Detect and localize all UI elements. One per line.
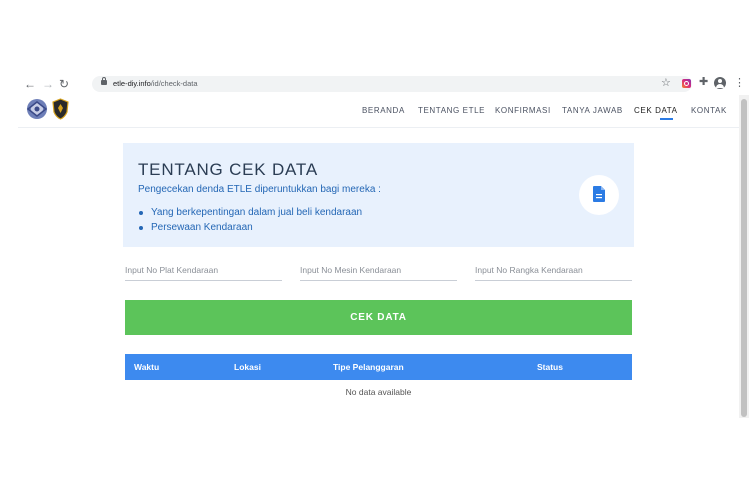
forward-arrow-icon[interactable]: → xyxy=(42,76,54,92)
profile-avatar-icon[interactable] xyxy=(714,77,726,89)
address-bar[interactable]: etle-diy.info/id/check-data xyxy=(92,76,692,92)
info-list-item: Yang berkepentingan dalam jual beli kend… xyxy=(138,205,362,220)
column-header-lokasi[interactable]: Lokasi xyxy=(234,362,261,372)
plat-number-input[interactable] xyxy=(125,260,282,281)
back-arrow-icon[interactable]: ← xyxy=(24,76,36,92)
column-header-tipe-pelanggaran[interactable]: Tipe Pelanggaran xyxy=(333,362,404,372)
info-card: TENTANG CEK DATA Pengecekan denda ETLE d… xyxy=(123,143,634,247)
scrollbar-thumb[interactable] xyxy=(741,99,747,417)
police-badge-logo[interactable] xyxy=(52,98,69,120)
instagram-extension-icon[interactable] xyxy=(682,79,691,88)
nav-cek-data[interactable]: CEK DATA xyxy=(634,106,678,116)
column-header-status[interactable]: Status xyxy=(537,362,563,372)
nav-konfirmasi[interactable]: KONFIRMASI xyxy=(495,106,551,116)
url-text: etle-diy.info/id/check-data xyxy=(113,78,198,90)
lock-icon xyxy=(101,77,107,85)
info-list: Yang berkepentingan dalam jual beli kend… xyxy=(138,205,362,235)
column-header-waktu[interactable]: Waktu xyxy=(134,362,159,372)
result-table-header: Waktu Lokasi Tipe Pelanggaran Status xyxy=(125,354,632,380)
browser-toolbar: ← → ↻ etle-diy.info/id/check-data ☆ ✚ ⋮ xyxy=(18,74,748,94)
nav-tanya-jawab[interactable]: TANYA JAWAB xyxy=(562,106,623,116)
nav-tentang-etle[interactable]: TENTANG ETLE xyxy=(418,106,485,116)
site-header: BERANDA TENTANG ETLE KONFIRMASI TANYA JA… xyxy=(18,95,739,128)
reload-icon[interactable]: ↻ xyxy=(59,76,69,92)
browser-menu-icon[interactable]: ⋮ xyxy=(734,76,745,89)
chassis-number-input[interactable] xyxy=(475,260,632,281)
engine-number-input[interactable] xyxy=(300,260,457,281)
nav-beranda[interactable]: BERANDA xyxy=(362,106,405,116)
extensions-puzzle-icon[interactable]: ✚ xyxy=(699,75,708,88)
info-subtitle: Pengecekan denda ETLE diperuntukkan bagi… xyxy=(138,184,381,195)
info-title: TENTANG CEK DATA xyxy=(138,160,318,179)
empty-table-message: No data available xyxy=(345,387,412,397)
document-icon xyxy=(593,186,605,202)
url-path: /id/check-data xyxy=(150,79,198,88)
nav-kontak[interactable]: KONTAK xyxy=(691,106,727,116)
cek-data-button[interactable]: CEK DATA xyxy=(125,300,632,335)
etle-logo[interactable] xyxy=(26,98,48,120)
active-nav-indicator xyxy=(660,118,673,120)
info-list-item: Persewaan Kendaraan xyxy=(138,220,362,235)
bookmark-star-icon[interactable]: ☆ xyxy=(661,76,671,89)
document-icon-circle xyxy=(579,175,619,215)
url-host: etle-diy.info xyxy=(113,79,151,88)
